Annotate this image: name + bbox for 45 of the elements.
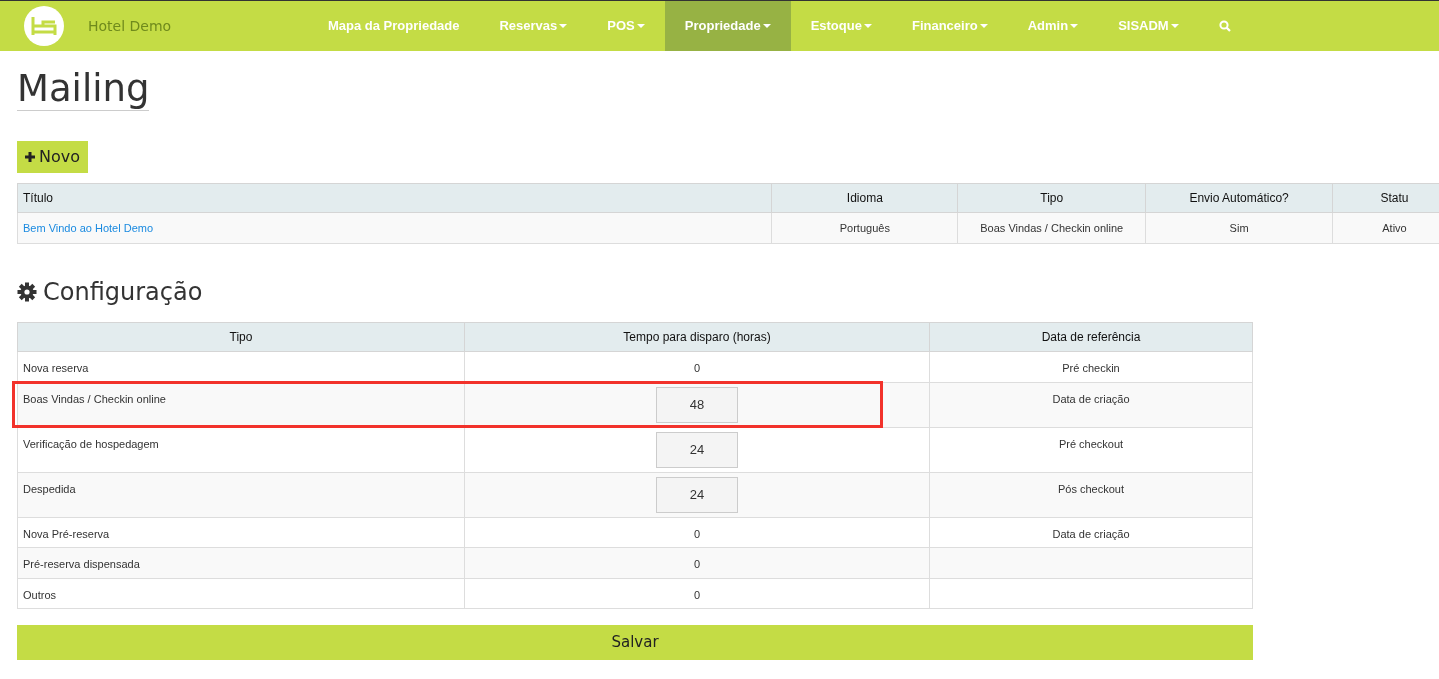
nav-link[interactable]: Propriedade: [664, 1, 791, 51]
table-cell: Boas Vindas / Checkin online: [957, 212, 1146, 244]
table-cell: Pré checkin: [929, 351, 1253, 383]
table-cell: Despedida: [17, 472, 465, 518]
new-button[interactable]: Novo: [17, 140, 88, 173]
column-header: Envio Automático?: [1145, 183, 1333, 213]
table-cell: Pré-reserva dispensada: [17, 547, 465, 579]
column-header: Tipo: [957, 183, 1146, 213]
column-header: Statu: [1332, 183, 1439, 213]
plus-icon: [25, 151, 35, 162]
save-button[interactable]: Salvar: [17, 625, 1253, 660]
column-header: Idioma: [771, 183, 958, 213]
table-cell: 0: [464, 547, 930, 579]
table-cell: Português: [771, 212, 958, 244]
section-title: Configuração: [43, 277, 203, 309]
nav-link[interactable]: POS: [587, 1, 665, 51]
number-field[interactable]: 48: [656, 386, 738, 423]
table-cell: Ativo: [1332, 212, 1439, 244]
table-cell: 0: [464, 578, 930, 609]
table-cell: Data de criação: [929, 382, 1253, 428]
nav-link[interactable]: Mapa da Propriedade: [308, 1, 480, 51]
nav-link[interactable]: Admin: [1007, 1, 1099, 51]
column-header: Título: [17, 183, 772, 213]
nav-link[interactable]: Reservas: [479, 1, 588, 51]
column-header: Tipo: [17, 322, 465, 352]
table-cell: 0: [464, 517, 930, 548]
settings-icon: [17, 282, 37, 303]
table-cell: Outros: [17, 578, 465, 609]
column-header: Tempo para disparo (horas): [464, 322, 930, 352]
number-field[interactable]: 24: [656, 431, 738, 468]
page-title: Mailing: [17, 69, 150, 111]
brand-name[interactable]: Hotel Demo: [88, 16, 220, 51]
logo-icon[interactable]: [24, 6, 64, 46]
column-header: Data de referência: [929, 322, 1253, 352]
number-field[interactable]: 24: [656, 476, 738, 513]
nav-link[interactable]: Financeiro: [891, 1, 1008, 51]
table-cell: Verificação de hospedagem: [17, 427, 465, 473]
table-cell: Nova Pré-reserva: [17, 517, 465, 548]
nav-link[interactable]: Estoque: [790, 1, 892, 51]
table-cell: Data de criação: [929, 517, 1253, 548]
table-cell: Sim: [1145, 212, 1333, 244]
nav-link[interactable]: SISADM: [1098, 1, 1199, 51]
table-cell: Pós checkout: [929, 472, 1253, 518]
table-cell: Pré checkout: [929, 427, 1253, 473]
mailing-link[interactable]: Bem Vindo ao Hotel Demo: [23, 221, 154, 234]
